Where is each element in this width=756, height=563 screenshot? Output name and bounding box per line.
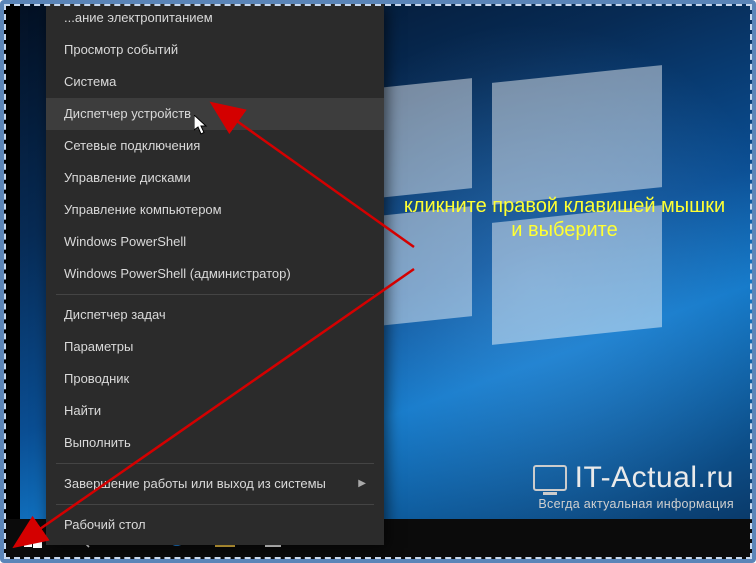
menu-item-label: Управление компьютером [64, 202, 222, 217]
menu-item-label: Windows PowerShell [64, 234, 186, 249]
menu-item-label: Найти [64, 403, 101, 418]
left-rail [4, 4, 20, 519]
menu-item-label: Просмотр событий [64, 42, 178, 57]
menu-item-search[interactable]: Найти [46, 395, 384, 427]
menu-item-shutdown-signout[interactable]: Завершение работы или выход из системы ▶ [46, 468, 384, 500]
menu-item-desktop[interactable]: Рабочий стол [46, 509, 384, 541]
watermark: IT-Actual.ru Всегда актуальная информаци… [533, 461, 734, 511]
menu-item-label: Управление дисками [64, 170, 191, 185]
menu-item-label: Проводник [64, 371, 129, 386]
annotation-line: кликните правой клавишей мышки [382, 194, 747, 218]
menu-item-label: Выполнить [64, 435, 131, 450]
monitor-icon [533, 465, 567, 491]
menu-item-label: Диспетчер задач [64, 307, 166, 322]
menu-item-explorer[interactable]: Проводник [46, 363, 384, 395]
menu-item-network-connections[interactable]: Сетевые подключения [46, 130, 384, 162]
menu-item-label: Windows PowerShell (администратор) [64, 266, 291, 281]
windows-logo-icon [24, 530, 42, 548]
menu-item-label: Диспетчер устройств [64, 106, 191, 121]
menu-item-label: Завершение работы или выход из системы [64, 476, 326, 491]
menu-item-system[interactable]: Система [46, 66, 384, 98]
watermark-subtitle: Всегда актуальная информация [533, 497, 734, 511]
menu-item-run[interactable]: Выполнить [46, 427, 384, 459]
menu-item-device-manager[interactable]: Диспетчер устройств [46, 98, 384, 130]
menu-item-label: Сетевые подключения [64, 138, 200, 153]
winx-context-menu: ...ание электропитанием Просмотр событий… [46, 4, 384, 545]
menu-item-disk-management[interactable]: Управление дисками [46, 162, 384, 194]
menu-separator [56, 294, 374, 295]
annotation-line: и выберите [382, 218, 747, 242]
menu-item-label: Рабочий стол [64, 517, 146, 532]
watermark-title: IT-Actual.ru [575, 461, 734, 495]
menu-item-label: ...ание электропитанием [64, 10, 213, 25]
menu-item[interactable]: ...ание электропитанием [46, 8, 384, 34]
menu-item-label: Параметры [64, 339, 133, 354]
menu-item-settings[interactable]: Параметры [46, 331, 384, 363]
menu-item-computer-management[interactable]: Управление компьютером [46, 194, 384, 226]
menu-item-powershell[interactable]: Windows PowerShell [46, 226, 384, 258]
annotation-text: кликните правой клавишей мышки и выберит… [382, 194, 747, 242]
menu-item-powershell-admin[interactable]: Windows PowerShell (администратор) [46, 258, 384, 290]
chevron-right-icon: ▶ [358, 476, 366, 492]
menu-separator [56, 463, 374, 464]
menu-separator [56, 504, 374, 505]
menu-item-label: Система [64, 74, 116, 89]
menu-item-event-viewer[interactable]: Просмотр событий [46, 34, 384, 66]
screenshot-canvas: ...ание электропитанием Просмотр событий… [0, 0, 756, 563]
menu-item-task-manager[interactable]: Диспетчер задач [46, 299, 384, 331]
